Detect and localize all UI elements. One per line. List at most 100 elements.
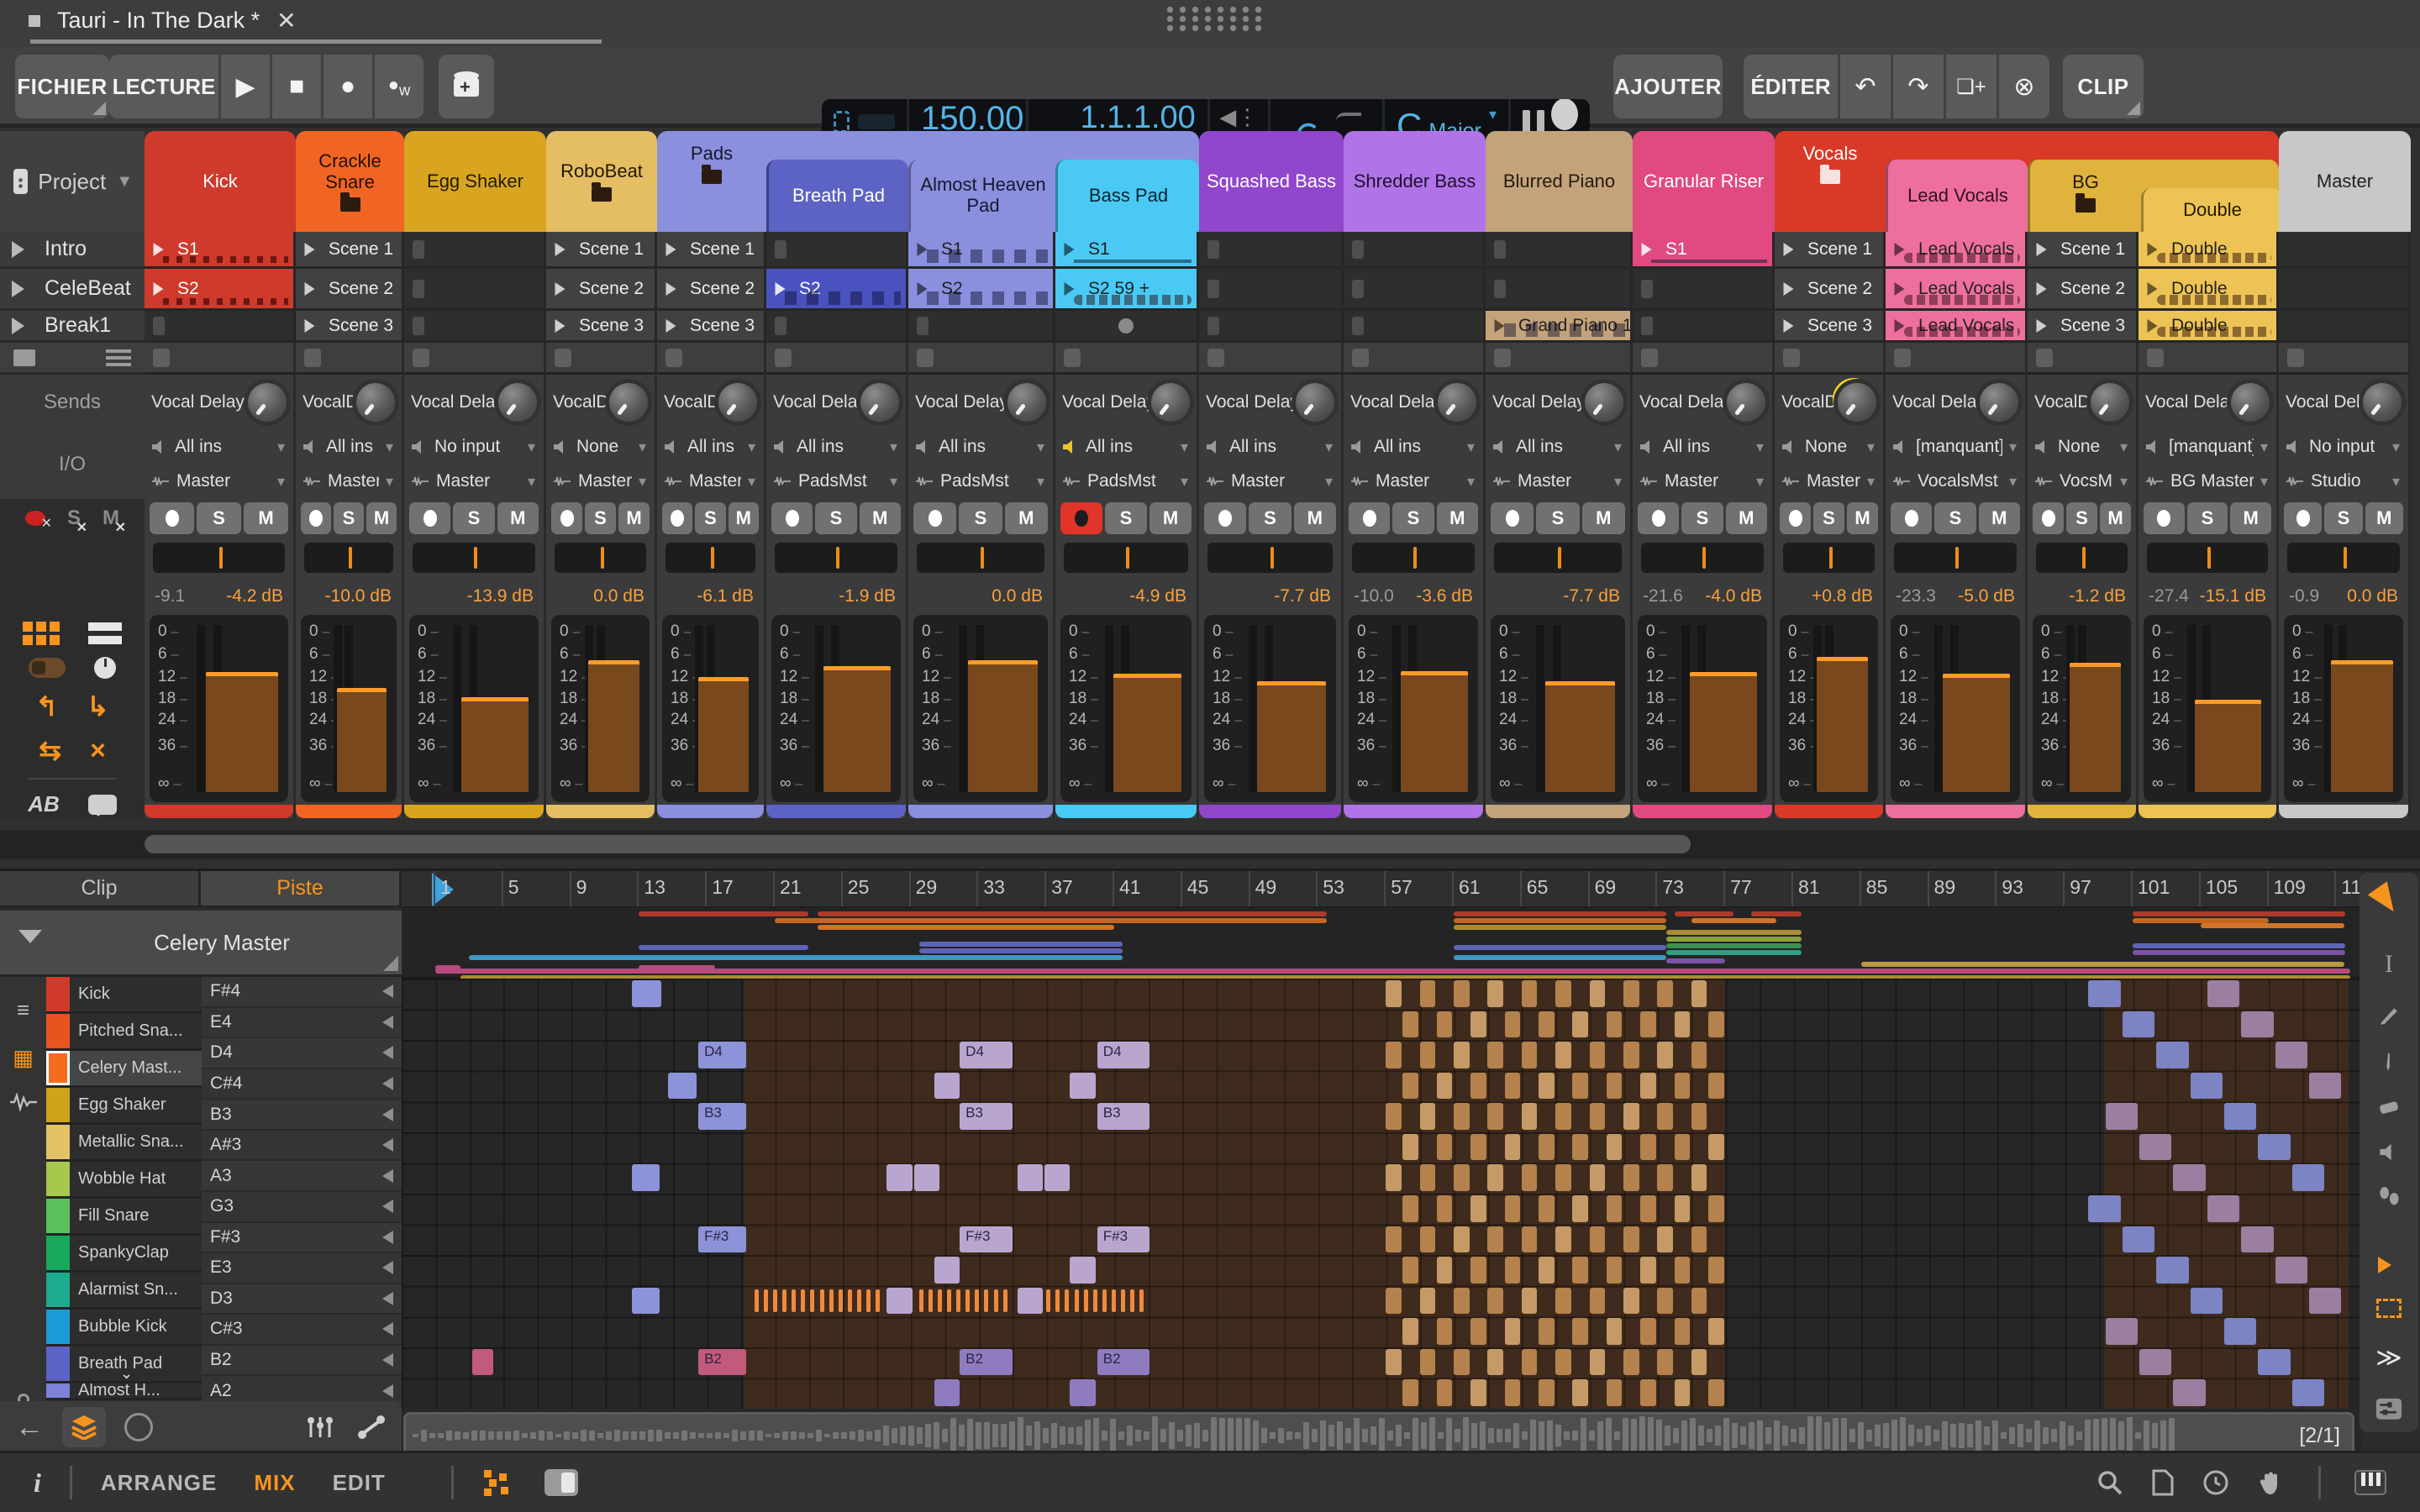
midi-note[interactable] bbox=[1420, 1103, 1436, 1130]
drum-tick-note[interactable] bbox=[782, 1289, 786, 1313]
clip-launcher-view-icon[interactable] bbox=[23, 622, 60, 645]
mixer-scrollbar[interactable] bbox=[0, 830, 2420, 858]
clip-slot[interactable] bbox=[1486, 232, 1633, 269]
meter-fader[interactable]: 0612182436∞ bbox=[150, 615, 288, 802]
pan-control[interactable] bbox=[1633, 538, 1772, 578]
input-select[interactable]: None▾ bbox=[2028, 430, 2136, 464]
send-knob[interactable] bbox=[1585, 383, 1623, 422]
send-slot[interactable]: VocalDl bbox=[296, 375, 402, 430]
clip-play-icon[interactable] bbox=[2037, 282, 2054, 296]
solo-button[interactable]: S bbox=[815, 502, 856, 534]
lane-item[interactable]: Alarmist Sn... bbox=[46, 1273, 202, 1310]
track-stop-button[interactable] bbox=[1344, 343, 1486, 375]
pan-control[interactable] bbox=[1344, 538, 1483, 578]
track-header[interactable]: Granular Riser bbox=[1633, 131, 1775, 232]
output-select[interactable]: Master▾ bbox=[145, 464, 293, 499]
send-knob[interactable] bbox=[860, 383, 899, 422]
clip-slot[interactable]: Lead Vocals bbox=[1886, 269, 2028, 311]
clip-slot[interactable]: Scene 3 bbox=[546, 311, 657, 343]
solo-button[interactable]: S bbox=[1681, 502, 1723, 534]
clip-slot[interactable] bbox=[1344, 311, 1486, 343]
input-select[interactable]: [manquant]▾ bbox=[1886, 430, 2025, 464]
arm-button[interactable] bbox=[1891, 502, 1932, 534]
midi-note[interactable] bbox=[2241, 1011, 2273, 1038]
send-knob[interactable] bbox=[1838, 383, 1876, 422]
output-select[interactable]: VocalsMst▾ bbox=[1886, 464, 2025, 499]
midi-note[interactable] bbox=[1607, 1073, 1623, 1100]
solo-button[interactable]: S bbox=[453, 502, 494, 534]
midi-note[interactable] bbox=[1555, 1103, 1571, 1130]
midi-note[interactable] bbox=[1454, 1042, 1470, 1068]
midi-note[interactable] bbox=[1555, 1288, 1571, 1315]
pan-control[interactable] bbox=[1486, 538, 1630, 578]
midi-note[interactable] bbox=[934, 1379, 960, 1406]
redo-button[interactable]: ↷ bbox=[1893, 55, 1944, 118]
midi-note[interactable] bbox=[1657, 1103, 1673, 1130]
pan-control[interactable] bbox=[2279, 538, 2408, 578]
clip-slot[interactable]: Lead Vocals bbox=[1886, 311, 2028, 343]
midi-note[interactable]: B3 bbox=[960, 1103, 1013, 1130]
input-select[interactable]: All ins▾ bbox=[1486, 430, 1630, 464]
track-group-header[interactable]: BGDouble bbox=[2028, 160, 2279, 232]
midi-note[interactable]: B2 bbox=[960, 1349, 1013, 1376]
clip-play-icon[interactable] bbox=[555, 319, 572, 333]
solo-button[interactable]: S bbox=[2324, 502, 2362, 534]
midi-note[interactable] bbox=[1590, 1226, 1606, 1253]
midi-note[interactable] bbox=[2088, 1195, 2120, 1222]
midi-note[interactable] bbox=[1640, 1073, 1656, 1100]
midi-note[interactable] bbox=[1675, 1195, 1691, 1222]
midi-note[interactable] bbox=[1607, 1318, 1623, 1345]
key-row[interactable]: C#3 bbox=[202, 1315, 402, 1346]
track-stop-button[interactable] bbox=[1775, 343, 1886, 375]
scene-item[interactable]: Intro bbox=[0, 232, 145, 269]
midi-note[interactable] bbox=[2207, 980, 2239, 1007]
solo-button[interactable]: S bbox=[695, 502, 725, 534]
send-slot[interactable]: VocalDl bbox=[657, 375, 764, 430]
route-up-icon[interactable]: ↰ bbox=[35, 690, 58, 722]
midi-note[interactable] bbox=[2309, 1073, 2341, 1100]
arm-button[interactable] bbox=[2284, 502, 2322, 534]
output-select[interactable]: Master▾ bbox=[404, 464, 544, 499]
pan-control[interactable] bbox=[1775, 538, 1883, 578]
track-stop-button[interactable] bbox=[546, 343, 657, 375]
drum-tick-note[interactable] bbox=[764, 1289, 768, 1313]
midi-note[interactable] bbox=[1505, 1318, 1521, 1345]
panel-layout-icon[interactable] bbox=[544, 1469, 578, 1496]
play-button[interactable]: ▶ bbox=[221, 55, 270, 118]
meter-fader[interactable]: 0612182436∞ bbox=[662, 615, 759, 802]
midi-note[interactable] bbox=[1470, 1134, 1486, 1161]
send-slot[interactable]: Vocal Delay bbox=[1633, 375, 1772, 430]
midi-note[interactable] bbox=[1691, 1164, 1707, 1191]
midi-note[interactable] bbox=[1708, 1195, 1724, 1222]
level-readout[interactable]: -4.9 dB bbox=[1055, 578, 1197, 615]
key-row[interactable]: B2 bbox=[202, 1346, 402, 1377]
midi-note[interactable] bbox=[1572, 1011, 1588, 1038]
output-select[interactable]: Master▾ bbox=[546, 464, 655, 499]
key-audition-icon[interactable] bbox=[376, 1384, 393, 1398]
output-select[interactable]: Studio▾ bbox=[2279, 464, 2408, 499]
output-select[interactable]: Master▾ bbox=[296, 464, 402, 499]
input-select[interactable]: All ins▾ bbox=[1199, 430, 1341, 464]
solo-button[interactable]: S bbox=[334, 502, 364, 534]
volume-fader[interactable] bbox=[968, 660, 1038, 792]
key-row[interactable]: F#3 bbox=[202, 1223, 402, 1254]
clip-play-icon[interactable] bbox=[305, 319, 322, 333]
midi-note[interactable] bbox=[2224, 1318, 2256, 1345]
midi-note[interactable] bbox=[2275, 1257, 2307, 1284]
notes-bubble-icon[interactable] bbox=[88, 795, 117, 815]
drum-tick-note[interactable] bbox=[1055, 1289, 1060, 1313]
level-readout[interactable]: -6.1 dB bbox=[657, 578, 764, 615]
track-stop-button[interactable] bbox=[1633, 343, 1775, 375]
midi-note[interactable]: F#3 bbox=[960, 1226, 1013, 1253]
drum-tick-note[interactable] bbox=[919, 1289, 923, 1313]
drum-tick-note[interactable] bbox=[866, 1289, 871, 1313]
midi-note[interactable] bbox=[1555, 1226, 1571, 1253]
clip-slot[interactable] bbox=[908, 311, 1055, 343]
midi-note[interactable] bbox=[1470, 1073, 1486, 1100]
track-stop-button[interactable] bbox=[1486, 343, 1633, 375]
output-select[interactable]: PadsMst▾ bbox=[908, 464, 1053, 499]
midi-note[interactable] bbox=[1555, 1349, 1571, 1376]
drum-tick-note[interactable] bbox=[801, 1289, 805, 1313]
midi-note[interactable] bbox=[2088, 980, 2120, 1007]
clip-slot[interactable] bbox=[1486, 269, 1633, 311]
